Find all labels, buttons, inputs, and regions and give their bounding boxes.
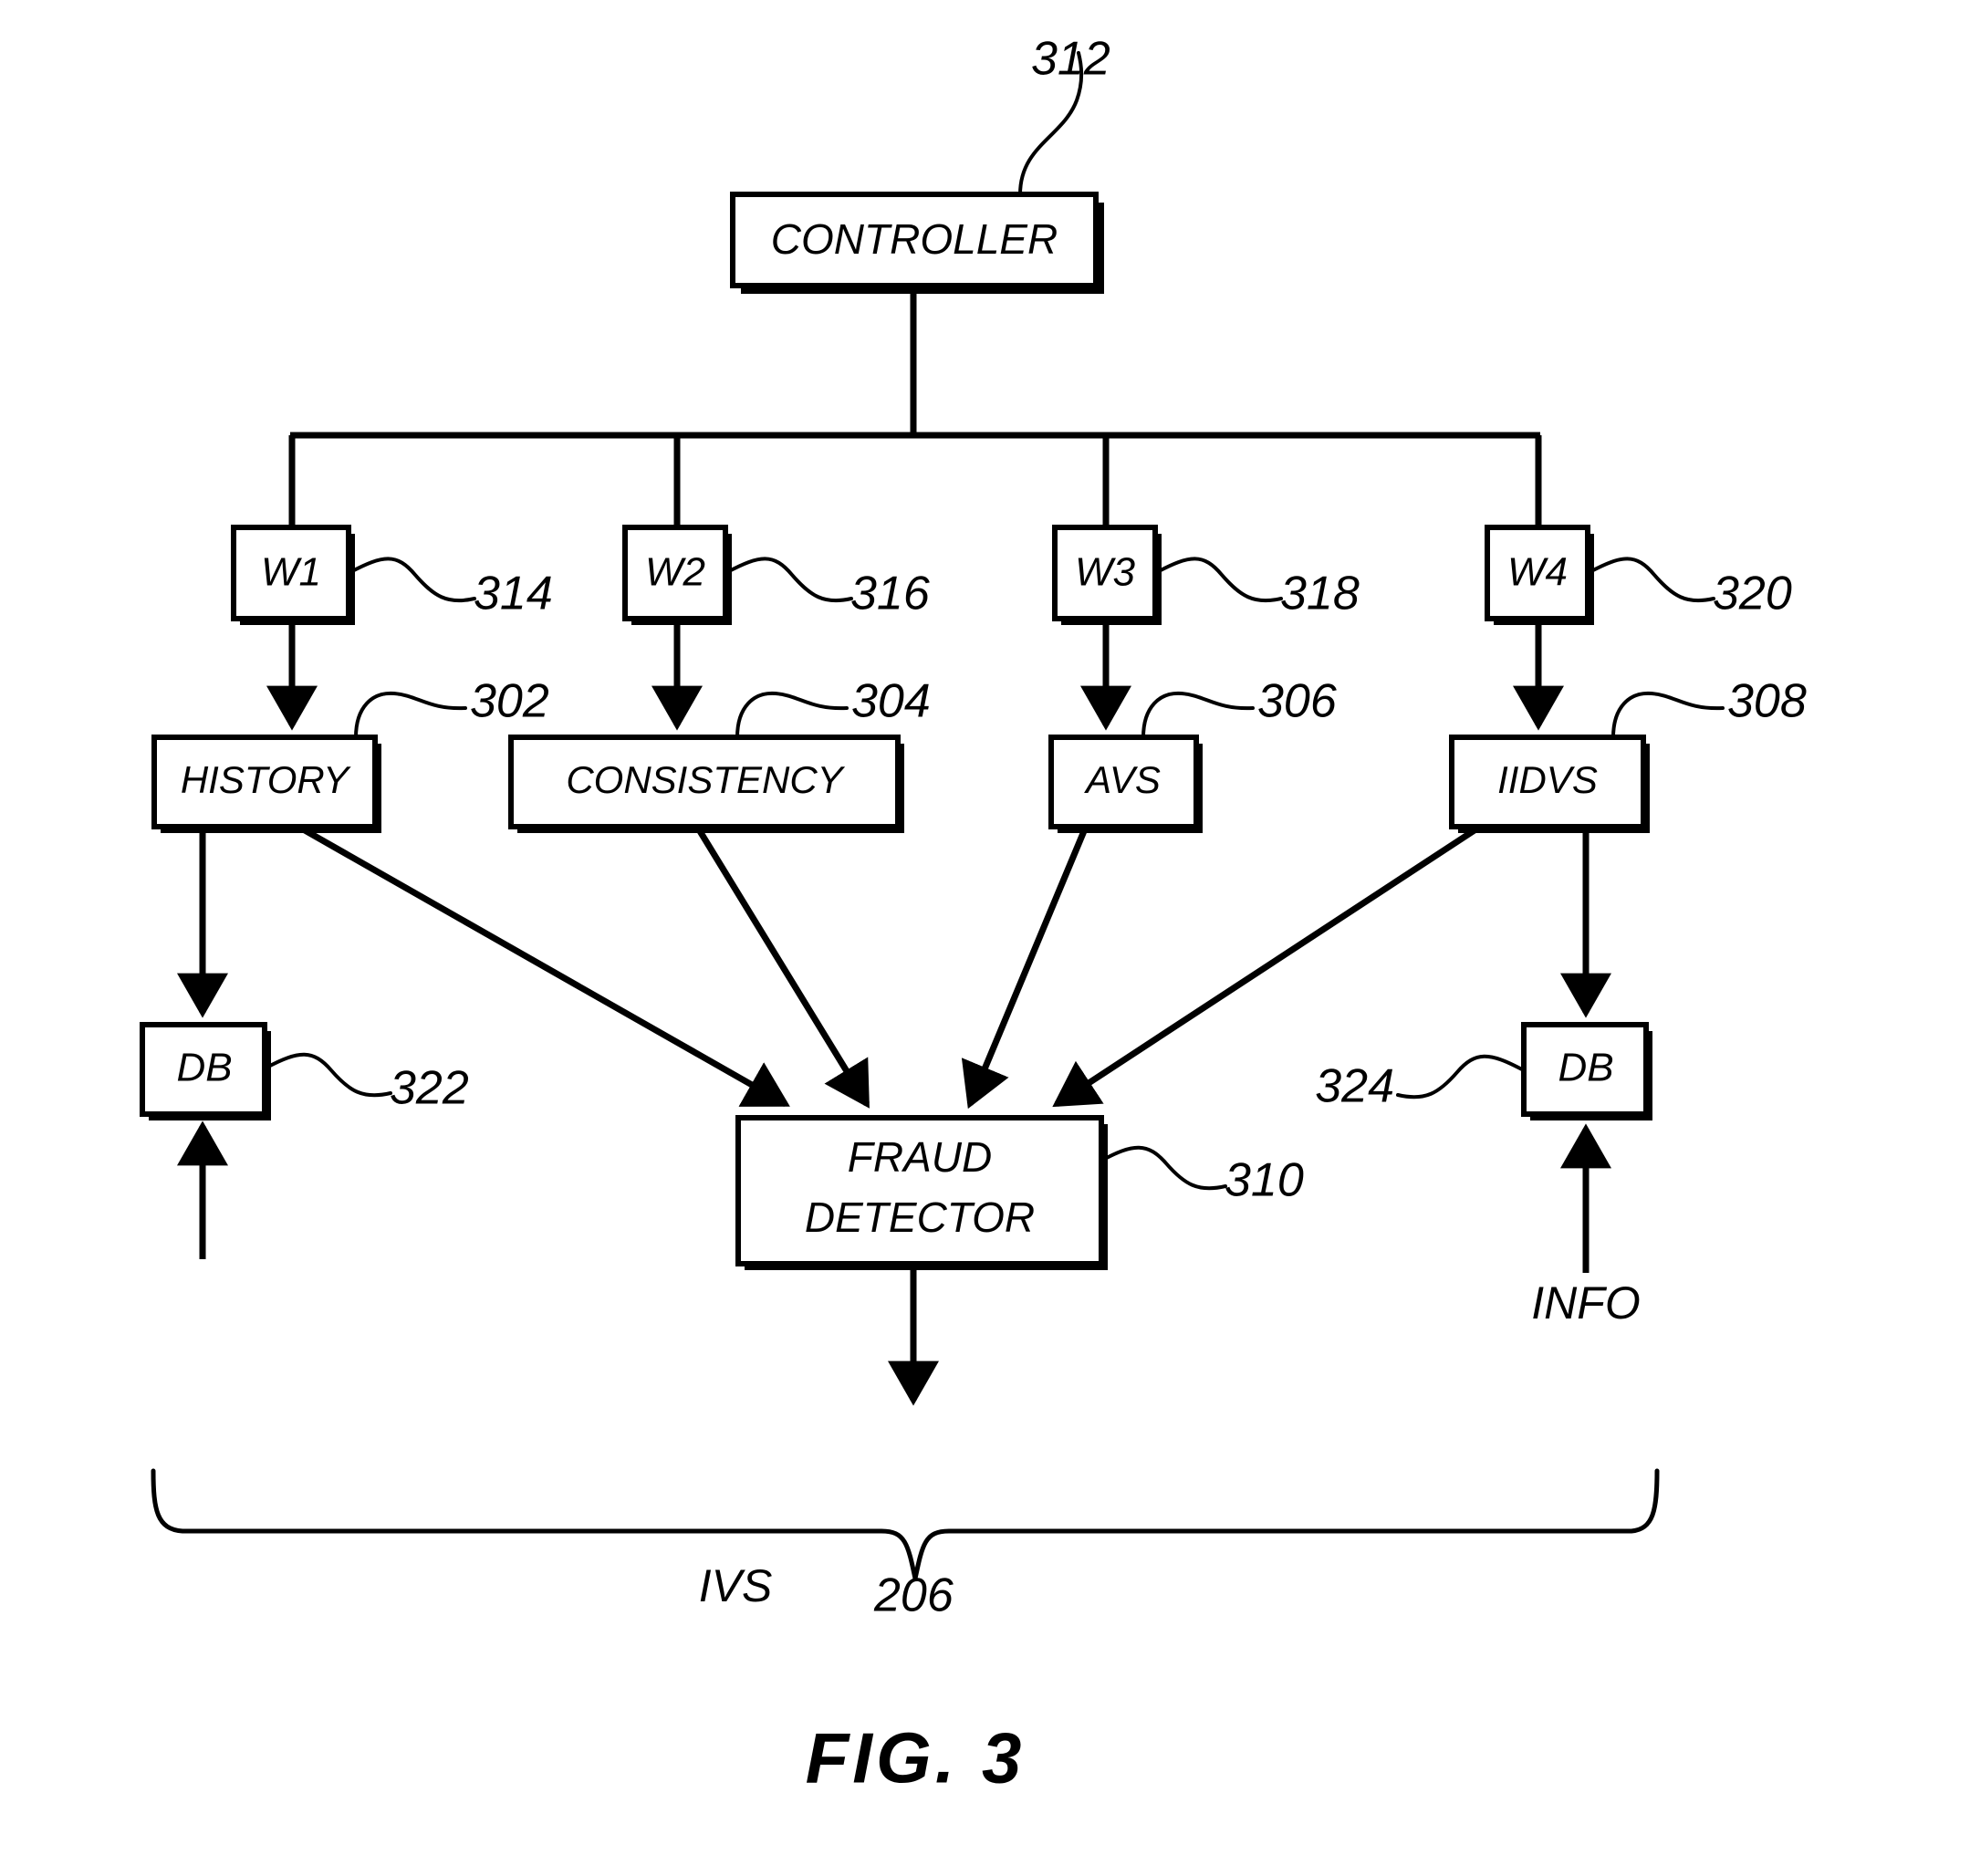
box-w3[interactable]: W3 (1052, 525, 1162, 625)
box-controller[interactable]: CONTROLLER (730, 192, 1104, 294)
box-w4[interactable]: W4 (1485, 525, 1594, 625)
reference-number-312: 312 (1031, 33, 1110, 86)
box-controller-label: CONTROLLER (771, 215, 1058, 263)
leader-line-308 (1611, 691, 1725, 739)
leader-line-320 (1588, 557, 1715, 603)
reference-number-316: 316 (850, 568, 930, 620)
box-db-left-label: DB (176, 1046, 232, 1090)
box-iidvs[interactable]: IIDVS (1449, 735, 1650, 833)
reference-number-308: 308 (1727, 675, 1807, 728)
reference-318: 318 (1155, 557, 1360, 620)
box-avs[interactable]: AVS (1048, 735, 1203, 833)
link-history-to-fraud-detector (297, 823, 790, 1108)
reference-number-310: 310 (1225, 1154, 1304, 1207)
link-iidvs-to-fraud-detector (1052, 824, 1482, 1108)
box-fraud-detector-label-line2: DETECTOR (805, 1193, 1035, 1241)
leader-line-314 (349, 557, 476, 603)
ivs-system-label: IVS (699, 1560, 773, 1611)
figure-caption: FIG. 3 (806, 1718, 1026, 1798)
reference-number-306: 306 (1257, 675, 1337, 728)
box-consistency-label: CONSISTENCY (566, 758, 845, 801)
reference-314: 314 (349, 557, 553, 620)
reference-312: 312 (1018, 33, 1110, 196)
box-history-label: HISTORY (181, 758, 351, 801)
reference-304: 304 (735, 675, 931, 739)
box-w2[interactable]: W2 (622, 525, 732, 625)
link-avs-to-fraud-detector (961, 825, 1089, 1110)
reference-number-314: 314 (474, 568, 553, 620)
box-w2-label: W2 (645, 550, 705, 595)
reference-number-318: 318 (1280, 568, 1360, 620)
leader-line-322 (265, 1052, 392, 1098)
reference-316: 316 (725, 557, 930, 620)
leader-line-316 (725, 557, 853, 603)
reference-number-320: 320 (1713, 568, 1792, 620)
leader-line-306 (1141, 691, 1255, 739)
ivs-system-reference: 206 (873, 1569, 954, 1622)
box-avs-label: AVS (1083, 758, 1161, 801)
leader-line-318 (1155, 557, 1283, 603)
reference-324: 324 (1315, 1054, 1524, 1113)
info-label: INFO (1531, 1277, 1640, 1329)
box-iidvs-label: IIDVS (1497, 758, 1598, 801)
leader-line-304 (735, 691, 849, 739)
reference-302: 302 (354, 675, 549, 739)
reference-306: 306 (1141, 675, 1337, 739)
box-history[interactable]: HISTORY (151, 735, 381, 833)
box-db-right-label: DB (1558, 1046, 1613, 1090)
brace-path (151, 1468, 1660, 1581)
reference-number-322: 322 (390, 1062, 469, 1115)
box-w1[interactable]: W1 (231, 525, 355, 625)
reference-number-324: 324 (1315, 1060, 1394, 1113)
ivs-brace (151, 1468, 1660, 1581)
box-w4-label: W4 (1507, 550, 1568, 595)
patent-figure-3: CONTROLLER W1 W2 W3 W4 HISTORY CONSISTEN… (0, 0, 1970, 1876)
box-w1-label: W1 (261, 550, 321, 595)
leader-line-324 (1396, 1054, 1524, 1100)
leader-line-310 (1100, 1145, 1227, 1191)
reference-322: 322 (265, 1052, 469, 1115)
box-db-left[interactable]: DB (140, 1022, 271, 1120)
box-fraud-detector-label-line1: FRAUD (848, 1133, 992, 1181)
box-w3-label: W3 (1075, 550, 1136, 595)
reference-number-304: 304 (851, 675, 931, 728)
reference-310: 310 (1100, 1145, 1304, 1207)
box-fraud-detector[interactable]: FRAUD DETECTOR (735, 1115, 1108, 1270)
figure-canvas: CONTROLLER W1 W2 W3 W4 HISTORY CONSISTEN… (140, 33, 1807, 1798)
reference-320: 320 (1588, 557, 1792, 620)
link-consistency-to-fraud-detector (694, 825, 870, 1109)
box-db-right[interactable]: DB (1521, 1022, 1652, 1120)
leader-line-302 (354, 691, 467, 739)
box-consistency[interactable]: CONSISTENCY (508, 735, 904, 833)
reference-308: 308 (1611, 675, 1807, 739)
reference-number-302: 302 (470, 675, 549, 728)
